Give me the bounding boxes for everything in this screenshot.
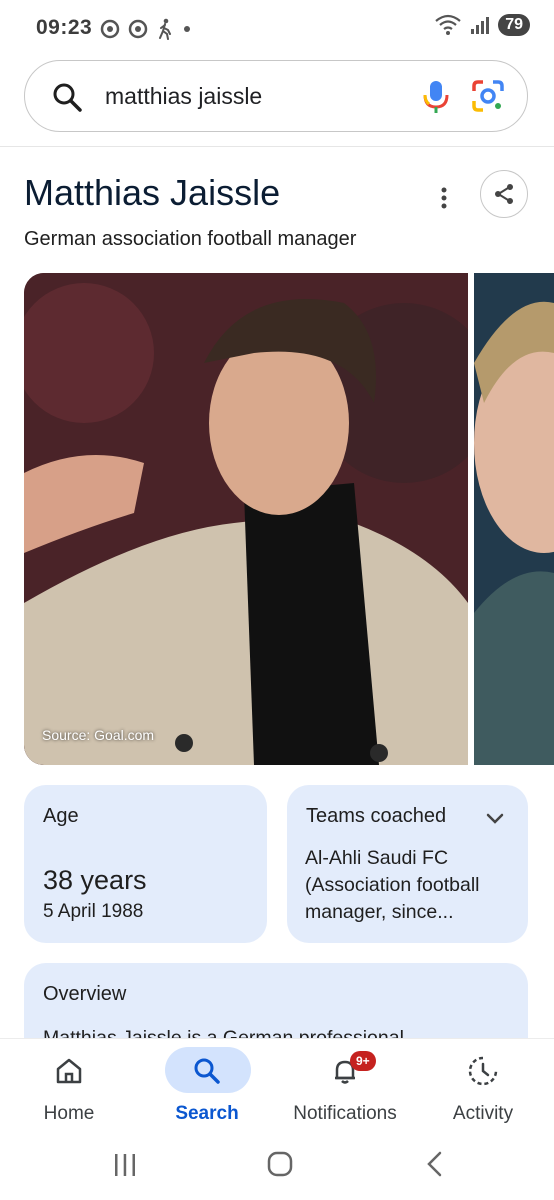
- signal-icon: [471, 17, 490, 34]
- chrome-icon: [128, 19, 148, 39]
- nav-search[interactable]: Search: [138, 1039, 276, 1139]
- header-divider: [0, 146, 554, 147]
- chrome-icon: [100, 19, 120, 39]
- entity-title: Matthias Jaissle: [24, 172, 281, 213]
- google-lens-icon[interactable]: [471, 79, 505, 113]
- age-card: Age 38 years 5 April 1988: [24, 785, 267, 943]
- teams-coached-label: Teams coached: [306, 805, 447, 827]
- chevron-down-icon[interactable]: [484, 807, 506, 829]
- search-input[interactable]: matthias jaissle: [105, 83, 262, 110]
- nav-home-label: Home: [43, 1103, 95, 1124]
- notification-badge: 9+: [350, 1051, 376, 1071]
- status-bar: 09:23 79: [0, 0, 554, 56]
- entity-description: German association football manager: [24, 228, 357, 250]
- search-bar[interactable]: matthias jaissle: [24, 60, 528, 132]
- wifi-icon: [435, 14, 461, 35]
- age-label: Age: [43, 805, 79, 827]
- activity-icon: [468, 1056, 498, 1086]
- image-source-caption: Source: Goal.com: [42, 727, 155, 743]
- status-notification-icons: [100, 18, 192, 40]
- nav-activity[interactable]: Activity: [414, 1039, 552, 1139]
- more-options-icon[interactable]: [432, 182, 456, 214]
- nav-notifications-label: Notifications: [293, 1103, 397, 1124]
- entity-photo-main[interactable]: Source: Goal.com: [24, 273, 468, 765]
- nav-notifications[interactable]: 9+ Notifications: [276, 1039, 414, 1139]
- recent-apps-icon[interactable]: [112, 1152, 138, 1178]
- search-icon: [194, 1058, 220, 1084]
- search-icon: [53, 83, 82, 112]
- walking-icon: [159, 18, 171, 40]
- bottom-navigation: Home Search 9+ Notifications Activity: [0, 1038, 554, 1139]
- birth-date: 5 April 1988: [43, 901, 144, 922]
- share-icon: [495, 184, 513, 204]
- teams-coached-value: Al-Ahli Saudi FC (Association football m…: [305, 847, 480, 923]
- nav-home[interactable]: Home: [0, 1039, 138, 1139]
- battery-indicator: 79: [498, 14, 530, 36]
- teams-coached-card[interactable]: Teams coached Al-Ahli Saudi FC (Associat…: [287, 785, 528, 943]
- overview-label: Overview: [43, 983, 127, 1005]
- person-photo-illustration: [474, 273, 554, 765]
- home-icon: [56, 1058, 82, 1084]
- home-button-icon[interactable]: [266, 1150, 294, 1178]
- dot-icon: [184, 26, 190, 32]
- microphone-icon[interactable]: [420, 79, 452, 115]
- share-button[interactable]: [480, 170, 528, 218]
- system-navigation-bar: [0, 1138, 554, 1200]
- status-time: 09:23: [36, 16, 93, 39]
- nav-activity-label: Activity: [452, 1103, 514, 1124]
- nav-search-label: Search: [175, 1103, 239, 1124]
- entity-photo-secondary[interactable]: [474, 273, 554, 765]
- person-photo-illustration: [24, 273, 468, 765]
- age-value: 38 years: [43, 865, 147, 895]
- back-icon[interactable]: [424, 1150, 446, 1178]
